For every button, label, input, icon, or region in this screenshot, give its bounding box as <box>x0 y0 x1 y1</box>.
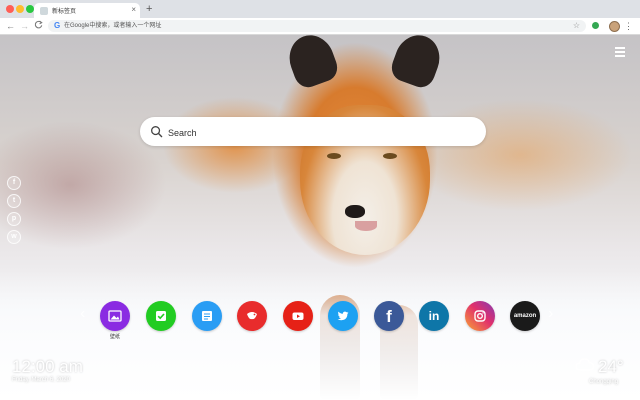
search-input[interactable] <box>166 122 470 143</box>
reload-button[interactable] <box>34 19 43 33</box>
snow-ground <box>0 270 640 400</box>
search-icon <box>151 126 163 138</box>
cloud-icon <box>575 358 595 371</box>
google-icon: G <box>54 21 61 30</box>
linkedin-icon: in <box>428 309 440 323</box>
fox-mouth <box>355 221 377 231</box>
search-bar[interactable] <box>140 117 486 146</box>
twitter-share-icon[interactable]: t <box>7 194 21 208</box>
app-twitter[interactable] <box>328 301 358 331</box>
amazon-icon: amazon <box>513 313 537 319</box>
minimize-window-button[interactable] <box>16 5 24 13</box>
carousel-next-button[interactable]: › <box>548 306 553 322</box>
image-icon <box>108 310 122 322</box>
tab-close-icon[interactable]: × <box>131 5 136 15</box>
fox-eye-right <box>383 153 397 159</box>
gamepad-icon <box>247 312 257 320</box>
close-window-button[interactable] <box>6 5 14 13</box>
weather-temperature: 24° <box>598 357 624 376</box>
youtube-icon <box>292 312 304 320</box>
hamburger-menu-icon[interactable] <box>614 45 626 57</box>
fox-ear-right <box>387 35 447 92</box>
app-linkedin[interactable]: in <box>419 301 449 331</box>
pinterest-share-icon[interactable]: p <box>7 212 21 226</box>
instagram-icon <box>474 310 486 322</box>
maximize-window-button[interactable] <box>26 5 34 13</box>
app-wallpaper[interactable] <box>100 301 130 331</box>
fox-wallpaper <box>0 35 640 400</box>
app-facebook[interactable]: f <box>374 301 404 331</box>
browser-toolbar: ← → G 在Google中搜索，或者输入一个网址 ☆ ⋮ <box>0 18 640 35</box>
clock-date: Friday, March 6, 2020 <box>12 377 70 383</box>
back-button[interactable]: ← <box>6 19 15 33</box>
app-instagram[interactable] <box>465 301 495 331</box>
tab-favicon-icon <box>40 7 48 15</box>
fox-ear-left <box>282 35 342 92</box>
browser-menu-icon[interactable]: ⋮ <box>624 19 633 33</box>
app-notes[interactable] <box>192 301 222 331</box>
new-tab-button[interactable]: + <box>146 2 152 16</box>
checklist-icon <box>156 311 166 321</box>
extension-icon[interactable] <box>592 22 599 29</box>
browser-tab[interactable]: 新标签页 × <box>34 3 140 18</box>
facebook-share-icon[interactable]: f <box>7 176 21 190</box>
app-amazon[interactable]: amazon <box>510 301 540 331</box>
address-bar-placeholder: 在Google中搜索，或者输入一个网址 <box>64 23 162 29</box>
wechat-share-icon[interactable]: w <box>7 230 21 244</box>
app-tasks[interactable] <box>146 301 176 331</box>
app-games[interactable] <box>237 301 267 331</box>
carousel-prev-button[interactable]: ‹ <box>80 306 85 322</box>
clock-time: 12:00 am <box>12 357 83 376</box>
facebook-icon: f <box>386 306 392 326</box>
fox-eye-left <box>327 153 341 159</box>
app-wallpaper-label: 壁纸 <box>109 334 120 340</box>
bookmark-star-icon[interactable]: ☆ <box>573 21 580 31</box>
address-bar[interactable]: G 在Google中搜索，或者输入一个网址 ☆ <box>48 20 586 32</box>
forward-button[interactable]: → <box>20 19 29 33</box>
app-youtube[interactable] <box>283 301 313 331</box>
weather-city: Chongqing <box>589 379 619 385</box>
profile-avatar[interactable] <box>609 21 620 32</box>
twitter-icon <box>337 311 349 321</box>
note-icon <box>202 311 212 321</box>
tab-title: 新标签页 <box>52 9 77 15</box>
browser-titlebar: 新标签页 × + <box>0 0 640 18</box>
reload-icon <box>34 20 43 29</box>
fox-nose <box>345 205 365 218</box>
